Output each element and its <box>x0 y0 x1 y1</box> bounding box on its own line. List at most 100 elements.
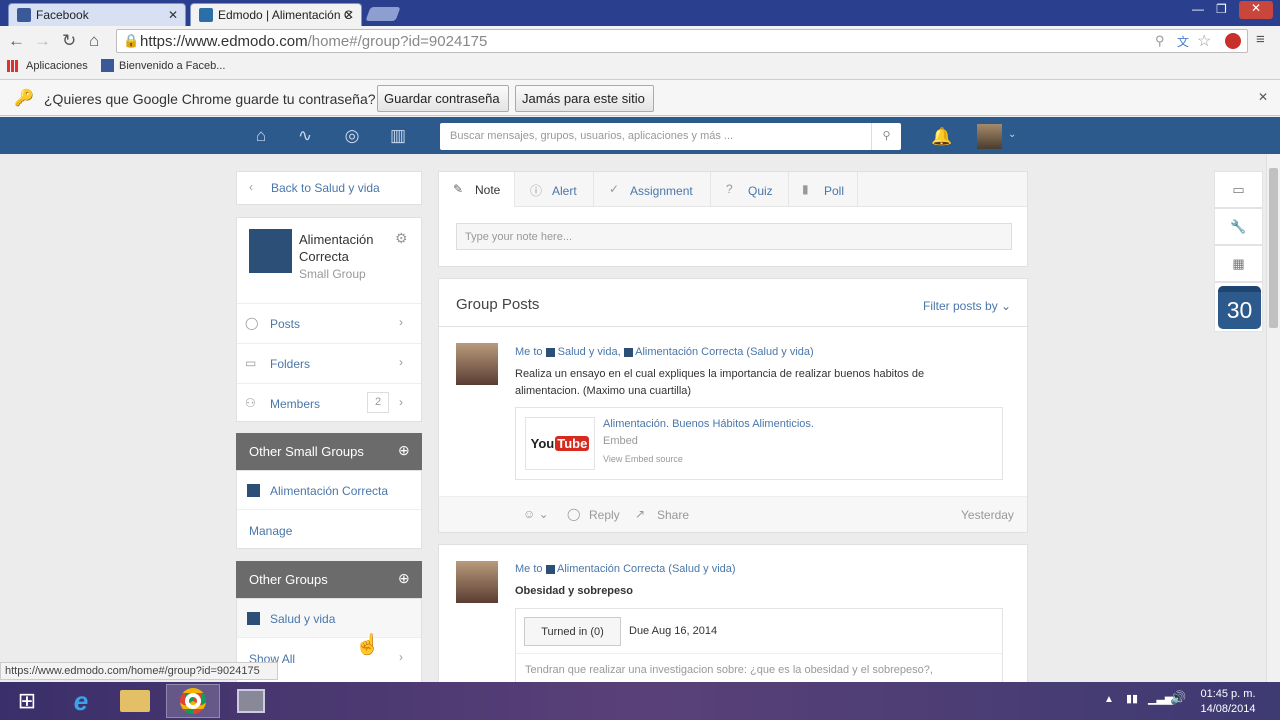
tab-poll[interactable]: ▮ Poll <box>789 172 858 207</box>
password-infobar: 🔑 ¿Quieres que Google Chrome guarde tu c… <box>0 79 1280 116</box>
note-input[interactable]: Type your note here... <box>456 223 1012 250</box>
group-avatar <box>249 229 292 273</box>
clock-date[interactable]: 14/08/2014 <box>1199 703 1257 715</box>
section-title: Other Groups <box>249 572 328 587</box>
address-bar[interactable]: 🔒 https://www.edmodo.com/home#/group?id=… <box>116 29 1248 53</box>
restore-icon[interactable]: ❐ <box>1216 2 1227 16</box>
menu-label: Posts <box>270 317 301 331</box>
forward-arrow-icon[interactable]: → <box>34 31 51 51</box>
back-label: Back to Salud y vida <box>271 181 380 195</box>
menu-icon[interactable]: ≡ <box>1256 31 1265 48</box>
avatar <box>456 343 498 385</box>
tab-assignment[interactable]: ✓ Assignment <box>594 172 711 207</box>
reply-button[interactable]: Reply <box>589 508 620 522</box>
post-actions: ☺ ⌄ ◯ Reply ↗ Share Yesterday <box>439 496 1027 532</box>
group-link[interactable]: Alimentación Correcta (Salud y vida) <box>557 563 736 575</box>
tab-label: Assignment <box>630 184 693 198</box>
hand-cursor-icon: ☝ <box>355 634 380 656</box>
bookmark-facebook[interactable]: Bienvenido a Faceb... <box>119 60 225 72</box>
windows-start-icon[interactable]: ⊞ <box>0 684 54 718</box>
book-icon[interactable]: ▥ <box>388 126 408 146</box>
embed-title[interactable]: Alimentación. Buenos Hábitos Alimenticio… <box>603 418 814 430</box>
close-icon[interactable]: ✕ <box>344 8 354 22</box>
tray-arrow-icon[interactable]: ▲ <box>1104 694 1114 705</box>
translate-icon[interactable]: 文 <box>1177 33 1189 50</box>
embed-card[interactable]: You Tube Alimentación. Buenos Hábitos Ali… <box>515 407 1003 480</box>
save-password-button[interactable]: Guardar contraseña <box>377 85 509 112</box>
bell-icon[interactable]: 🔔 <box>931 127 952 147</box>
menu-label: Folders <box>270 357 311 371</box>
tab-label: Facebook <box>36 8 89 22</box>
star-icon[interactable]: ☆ <box>1197 31 1211 51</box>
group-link[interactable]: Alimentación Correcta (Salud y vida) <box>635 346 814 358</box>
post-card: Me to Alimentación Correcta (Salud y vid… <box>438 544 1028 682</box>
add-icon[interactable]: ⊕ <box>398 442 410 459</box>
add-icon[interactable]: ⊕ <box>398 570 410 587</box>
wrench-icon[interactable]: 🔧 <box>1214 208 1263 245</box>
edmodo-icon <box>199 8 213 22</box>
search-icon[interactable]: ⚲ <box>1155 33 1165 49</box>
reply-icon: ◯ <box>567 507 581 521</box>
manage-link[interactable]: Manage <box>249 524 292 538</box>
archive-icon[interactable]: ▭ <box>1214 171 1263 208</box>
list-item[interactable]: Salud y vida <box>237 599 421 638</box>
bookmark-apps[interactable]: Aplicaciones <box>26 60 88 72</box>
home-icon[interactable]: ⌂ <box>89 31 99 51</box>
menu-item-folders[interactable]: ▭ Folders › <box>237 343 421 383</box>
close-infobar-icon[interactable]: ✕ <box>1258 90 1268 104</box>
folder-icon: ▭ <box>245 356 257 370</box>
menu-label: Members <box>270 397 321 411</box>
section-title: Other Small Groups <box>249 444 364 459</box>
apps-grid-icon[interactable]: ▦ <box>1214 245 1263 282</box>
never-save-button[interactable]: Jamás para este sitio <box>515 85 654 112</box>
reaction-icon[interactable]: ☺ ⌄ <box>523 507 549 521</box>
avatar[interactable] <box>977 124 1002 149</box>
clock-time[interactable]: 01:45 p. m. <box>1199 688 1257 700</box>
bar-chart-icon: ▮ <box>802 182 809 196</box>
back-arrow-icon[interactable]: ← <box>8 31 25 51</box>
post-composer: ✎ Note ⓘ Alert ✓ Assignment ? Quiz ▮ Pol… <box>438 171 1028 267</box>
share-button[interactable]: Share <box>657 508 689 522</box>
calendar-icon: 30 <box>1218 286 1261 329</box>
minimize-icon[interactable]: — <box>1192 2 1204 16</box>
chevron-down-icon[interactable]: ⌄ <box>1008 129 1016 140</box>
tab-label: Poll <box>824 184 845 198</box>
check-circle-icon: ✓ <box>609 182 620 196</box>
search-icon[interactable]: ⚲ <box>871 123 901 150</box>
other-small-groups-header: Other Small Groups ⊕ <box>236 433 422 470</box>
search-input[interactable]: Buscar mensajes, grupos, usuarios, aplic… <box>440 123 901 150</box>
filter-posts-dropdown[interactable]: Filter posts by ⌄ <box>923 299 1011 313</box>
internet-explorer-icon[interactable]: e <box>54 684 108 718</box>
gear-icon[interactable]: ⚙ <box>395 230 408 247</box>
volume-icon[interactable]: 🔊 <box>1170 690 1186 706</box>
file-explorer-icon[interactable] <box>108 684 162 718</box>
turned-in-button[interactable]: Turned in (0) <box>524 617 621 646</box>
window-close-icon[interactable]: ✕ <box>1239 1 1273 19</box>
chrome-icon[interactable] <box>166 684 220 718</box>
tab-note[interactable]: ✎ Note <box>439 172 515 207</box>
back-link[interactable]: ‹ Back to Salud y vida <box>236 171 422 205</box>
tab-quiz[interactable]: ? Quiz <box>711 172 789 207</box>
close-icon[interactable]: ✕ <box>168 8 178 22</box>
tab-edmodo[interactable]: Edmodo | Alimentación C ✕ <box>190 3 362 26</box>
menu-item-members[interactable]: ⚇ Members 2 › <box>237 383 421 422</box>
home-icon[interactable]: ⌂ <box>251 126 271 146</box>
embed-source-link[interactable]: View Embed source <box>603 454 683 464</box>
network-icon[interactable]: ▮▮ <box>1126 692 1138 705</box>
activity-icon[interactable]: ∿ <box>295 126 315 146</box>
new-tab-button[interactable] <box>365 7 401 21</box>
calendar-button[interactable]: 30 <box>1214 282 1263 332</box>
extension-icon[interactable] <box>1225 33 1241 49</box>
scrollbar-thumb[interactable] <box>1269 168 1278 328</box>
tab-label: Edmodo | Alimentación C <box>218 8 353 22</box>
share-icon: ↗ <box>635 507 646 521</box>
scrollbar[interactable] <box>1266 154 1280 682</box>
video-editor-icon[interactable] <box>224 684 278 718</box>
reload-icon[interactable]: ↻ <box>62 31 76 51</box>
menu-item-posts[interactable]: ◯ Posts › <box>237 303 421 343</box>
tab-alert[interactable]: ⓘ Alert <box>515 172 594 207</box>
list-item[interactable]: Alimentación Correcta <box>237 471 421 510</box>
tab-facebook[interactable]: Facebook ✕ <box>8 3 186 26</box>
compass-icon[interactable]: ◎ <box>342 126 362 146</box>
group-link[interactable]: Salud y vida, <box>558 346 621 358</box>
